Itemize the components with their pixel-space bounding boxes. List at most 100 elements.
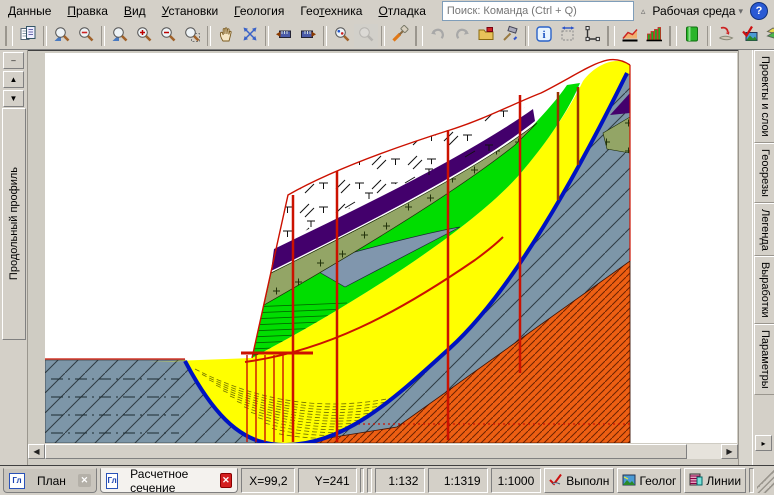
find-next-button[interactable] — [354, 24, 378, 48]
toolbar-separator — [207, 26, 211, 46]
status-spacer — [360, 468, 365, 493]
toolbar-separator — [43, 26, 47, 46]
pan-button[interactable] — [214, 24, 238, 48]
magtri-icon — [53, 25, 71, 46]
magred-icon — [77, 25, 95, 46]
maggray-icon — [357, 25, 375, 46]
toolbar-drag-handle[interactable] — [607, 26, 615, 46]
menu-item-геотехника[interactable]: Геотехника — [292, 1, 370, 21]
tab-legend[interactable]: Легенда — [754, 203, 774, 257]
measure-button[interactable] — [556, 24, 580, 48]
toolbar-separator — [707, 26, 711, 46]
chart2-icon — [645, 25, 663, 46]
columns-chart-button[interactable] — [642, 24, 666, 48]
rulerR-icon — [299, 25, 317, 46]
doc-icon — [19, 25, 37, 46]
toggle-geolog[interactable]: Геолог — [617, 468, 681, 493]
menu-item-геология[interactable]: Геология — [226, 1, 292, 21]
chkgeo-icon — [741, 25, 759, 46]
tab-parameters-label: Параметры — [759, 330, 771, 389]
drawing-canvas[interactable]: ◀ ▶ — [28, 50, 738, 465]
cross-section-drawing — [45, 53, 737, 443]
tab-geosections[interactable]: Геосрезы — [754, 143, 774, 203]
angle-icon — [583, 25, 601, 46]
toolbar-drag-handle[interactable] — [415, 26, 423, 46]
resize-grip[interactable] — [757, 468, 774, 493]
tools-button[interactable] — [498, 24, 522, 48]
toggle-vypoln-icon — [549, 473, 563, 489]
toolbar-drag-handle[interactable] — [5, 26, 13, 46]
zoom-previous-button[interactable] — [74, 24, 98, 48]
chevron-down-icon: ▾ — [738, 6, 743, 17]
zoom-window-button[interactable] — [108, 24, 132, 48]
zoom-out-button[interactable] — [156, 24, 180, 48]
zoom-in-button[interactable] — [132, 24, 156, 48]
chart1-icon — [621, 25, 639, 46]
tab-projects-layers[interactable]: Проекты и слои — [754, 50, 774, 143]
undo-button[interactable] — [426, 24, 450, 48]
cross-section-sheet[interactable] — [45, 53, 737, 443]
legend-book-button[interactable] — [680, 24, 704, 48]
angle-button[interactable] — [580, 24, 604, 48]
zoom-fit-button[interactable] — [50, 24, 74, 48]
fit-extents-button[interactable] — [238, 24, 262, 48]
assign-surface-button[interactable] — [714, 24, 738, 48]
toolbar-separator — [525, 26, 529, 46]
scrollbar-track[interactable] — [687, 444, 721, 459]
magdots-icon — [333, 25, 351, 46]
doc-tab-plan[interactable]: Гл План ✕ — [3, 468, 97, 493]
export-layers-button[interactable] — [762, 24, 774, 48]
toolbar-separator — [323, 26, 327, 46]
vertical-scrollbar[interactable] — [738, 50, 753, 465]
doc-copy-button[interactable] — [16, 24, 40, 48]
menu-item-вид[interactable]: Вид — [116, 1, 154, 21]
brush-icon — [391, 25, 409, 46]
toggle-geolog-icon — [622, 473, 636, 489]
tab-longitudinal-profile[interactable]: Продольный профиль — [2, 108, 26, 340]
panel-scroll-down-button[interactable]: ▼ — [3, 90, 24, 107]
book-icon — [683, 25, 701, 46]
panel-scroll-up-button[interactable]: ▲ — [3, 71, 24, 88]
help-button[interactable]: ? — [750, 2, 768, 20]
tab-parameters[interactable]: Параметры — [754, 324, 774, 395]
find-object-button[interactable] — [330, 24, 354, 48]
panel-expand-button[interactable]: ▸ — [755, 435, 772, 451]
menu-item-отладка[interactable]: Отладка — [370, 1, 433, 21]
scroll-left-button[interactable]: ◀ — [28, 444, 45, 459]
check-geology-button[interactable] — [738, 24, 762, 48]
redo-button[interactable] — [450, 24, 474, 48]
toolbar-drag-handle[interactable] — [669, 26, 677, 46]
toolbar-separator — [101, 26, 105, 46]
open-project-button[interactable] — [474, 24, 498, 48]
toolbar-separator — [265, 26, 269, 46]
profile-chart-button[interactable] — [618, 24, 642, 48]
tab-workings[interactable]: Выработки — [754, 256, 774, 324]
panel-minimize-button[interactable]: – — [3, 52, 24, 69]
close-icon[interactable]: ✕ — [78, 474, 91, 487]
toggle-vypoln[interactable]: Выполн — [544, 468, 614, 493]
toggle-linii[interactable]: Линии — [684, 468, 746, 493]
search-input[interactable] — [442, 1, 634, 21]
zoom-selection-button[interactable] — [180, 24, 204, 48]
horizontal-scrollbar[interactable]: ◀ ▶ — [28, 444, 738, 459]
scrollbar-thumb[interactable] — [45, 444, 687, 459]
status-spacer — [367, 468, 372, 493]
info-button[interactable]: i — [532, 24, 556, 48]
menu-item-данные[interactable]: Данные — [0, 1, 59, 21]
workspace-label: Рабочая среда — [652, 4, 735, 18]
ruler-right-button[interactable] — [296, 24, 320, 48]
magtri-icon — [111, 25, 129, 46]
menu-item-установки[interactable]: Установки — [154, 1, 227, 21]
scroll-right-button[interactable]: ▶ — [721, 444, 738, 459]
close-icon[interactable]: ✕ — [220, 473, 232, 488]
main-area: – ▲ ▼ Продольный профиль ◀ ▶ Проекты и сло… — [0, 50, 774, 465]
doc-tab-section[interactable]: Гл Расчетное сечение ✕ — [100, 468, 238, 493]
surf-icon — [717, 25, 735, 46]
brush-button[interactable] — [388, 24, 412, 48]
workspace-menu[interactable]: Рабочая среда ▾ — [652, 4, 743, 18]
ruler-left-button[interactable] — [272, 24, 296, 48]
magdash-icon — [183, 25, 201, 46]
search-collapse-icon[interactable]: ▵ — [641, 6, 646, 17]
menu-item-правка[interactable]: Правка — [59, 1, 116, 21]
left-panel-strip: – ▲ ▼ Продольный профиль — [0, 50, 28, 465]
